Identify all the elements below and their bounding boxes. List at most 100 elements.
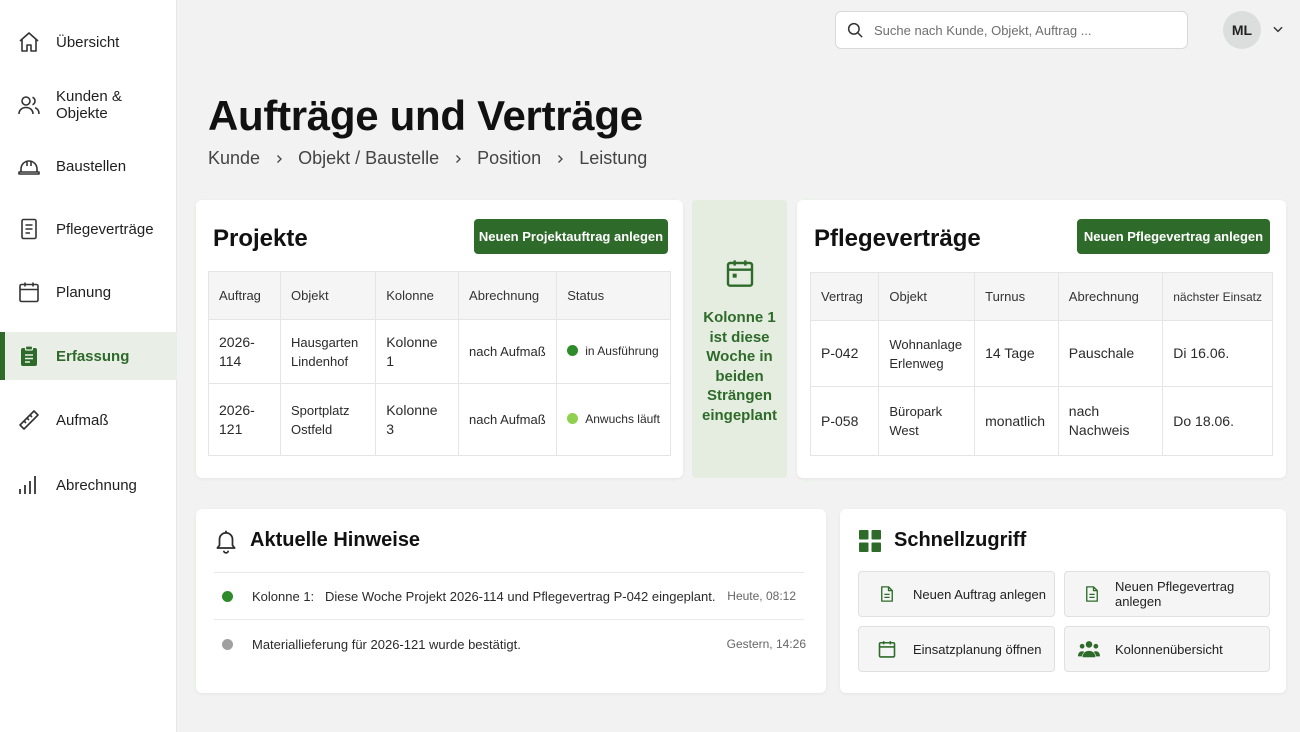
- sidebar-item-abrechnung[interactable]: Abrechnung: [0, 461, 177, 509]
- table-row[interactable]: 2026-121 Sportplatz Ostfeld Kolonne 3 na…: [208, 383, 671, 456]
- page-title: Aufträge und Verträge: [208, 92, 643, 139]
- kolonne-info-text: Kolonne 1 ist diese Woche in beiden Strä…: [701, 309, 777, 424]
- sidebar-item-pflegevertraege[interactable]: Pflegeverträge: [0, 205, 177, 253]
- search-input[interactable]: [874, 22, 1164, 38]
- divider: [214, 619, 804, 620]
- breadcrumb-item-leistung[interactable]: Leistung: [579, 148, 647, 169]
- clipboard-icon: [17, 344, 41, 368]
- cell-abrechnung: nach Aufmaß: [458, 383, 558, 456]
- hardhat-icon: [17, 154, 41, 178]
- cell-objekt: Wohnanlage Erlenweg: [878, 320, 976, 387]
- hinweis-time: Heute, 08:12: [727, 589, 796, 603]
- hinweis-item[interactable]: Materiallieferung für 2026-121 wurde bes…: [214, 621, 806, 667]
- bell-icon: [213, 527, 239, 555]
- pflegevertraege-table: Vertrag Objekt Turnus Abrechnung nächste…: [809, 272, 1273, 456]
- breadcrumb: Kunde Objekt / Baustelle Position Leistu…: [208, 148, 647, 169]
- quick-einsatzplanung-button[interactable]: Einsatzplanung öffnen: [858, 626, 1055, 672]
- cell-kolonne: Kolonne 3: [375, 383, 460, 456]
- column-header[interactable]: Abrechnung: [458, 271, 558, 320]
- sidebar-item-erfassung[interactable]: Erfassung: [0, 332, 177, 380]
- chevron-right-icon: [452, 153, 464, 165]
- projekte-table: Auftrag Objekt Kolonne Abrechnung Status…: [208, 271, 671, 456]
- cell-status: in Ausführung: [556, 319, 671, 384]
- column-header[interactable]: Status: [556, 271, 671, 320]
- column-header[interactable]: Turnus: [974, 272, 1059, 321]
- status-dot: [222, 638, 233, 650]
- sidebar-item-label: Abrechnung: [56, 476, 137, 494]
- sidebar-item-label: Übersicht: [56, 33, 120, 51]
- status-dot: [567, 413, 579, 424]
- hinweis-text: Materiallieferung für 2026-121 wurde bes…: [252, 636, 521, 652]
- column-header[interactable]: Auftrag: [208, 271, 281, 320]
- cell-naechster-einsatz: Di 16.06.: [1162, 320, 1273, 387]
- breadcrumb-item-kunde[interactable]: Kunde: [208, 148, 260, 169]
- sidebar-item-label: Aufmaß: [56, 411, 109, 429]
- document-icon: [17, 217, 41, 241]
- breadcrumb-item-position[interactable]: Position: [477, 148, 541, 169]
- column-header[interactable]: Vertrag: [809, 272, 880, 321]
- chevron-right-icon: [554, 153, 566, 165]
- kolonne-info-panel: Kolonne 1 ist diese Woche in beiden Strä…: [692, 200, 787, 478]
- new-pflegevertrag-button[interactable]: Neuen Pflegevertrag anlegen: [1077, 219, 1270, 254]
- calendar-icon: [17, 280, 41, 304]
- projekte-title: Projekte: [213, 225, 308, 252]
- hinweise-title: Aktuelle Hinweise: [250, 529, 421, 551]
- home-icon: [17, 30, 41, 54]
- status-badge: in Ausführung: [585, 344, 659, 358]
- table-header-row: Auftrag Objekt Kolonne Abrechnung Status: [208, 271, 671, 320]
- column-header[interactable]: Kolonne: [375, 271, 460, 320]
- cell-kolonne: Kolonne 1: [375, 319, 460, 384]
- avatar[interactable]: ML: [1223, 11, 1261, 49]
- hinweis-time: Gestern, 14:26: [726, 637, 806, 651]
- hinweis-item[interactable]: Kolonne 1: Diese Woche Projekt 2026-114 …: [214, 573, 806, 619]
- quick-kolonnenuebersicht-button[interactable]: Kolonnenübersicht: [1064, 626, 1270, 672]
- schnellzugriff-title: Schnellzugriff: [894, 529, 1027, 551]
- document-icon: [1082, 584, 1102, 604]
- hinweis-prefix: Kolonne 1:: [252, 588, 315, 604]
- sidebar-item-aufmass[interactable]: Aufmaß: [0, 396, 177, 444]
- avatar-initials: ML: [1231, 22, 1253, 38]
- table-row[interactable]: P-058 Büropark West monatlich nach Nachw…: [809, 386, 1273, 456]
- search-icon: [846, 21, 864, 39]
- table-row[interactable]: 2026-114 Hausgarten Lindenhof Kolonne 1 …: [208, 319, 671, 384]
- quick-button-label: Neuen Pflegevertrag anlegen: [1115, 579, 1235, 609]
- table-row[interactable]: P-042 Wohnanlage Erlenweg 14 Tage Pausch…: [809, 320, 1273, 387]
- cell-objekt: Büropark West: [878, 386, 976, 456]
- quick-button-label: Kolonnenübersicht: [1115, 641, 1223, 657]
- cell-auftrag: 2026-114: [208, 319, 281, 384]
- projekte-card: Projekte Neuen Projektauftrag anlegen Au…: [196, 200, 683, 478]
- grid-icon: [859, 530, 881, 552]
- quick-button-label: Einsatzplanung öffnen: [913, 641, 1042, 657]
- sidebar-item-planung[interactable]: Planung: [0, 268, 177, 316]
- sidebar-item-label: Planung: [56, 283, 112, 301]
- sidebar-item-kunden-objekte[interactable]: Kunden & Objekte: [0, 81, 177, 129]
- cell-abrechnung: Pauschale: [1057, 320, 1164, 387]
- sidebar-item-baustellen[interactable]: Baustellen: [0, 142, 177, 190]
- chevron-right-icon: [273, 153, 285, 165]
- quick-new-auftrag-button[interactable]: Neuen Auftrag anlegen: [858, 571, 1055, 617]
- team-icon: [1078, 639, 1100, 659]
- pflegevertraege-title: Pflegeverträge: [814, 225, 981, 252]
- column-header[interactable]: Abrechnung: [1057, 272, 1164, 321]
- quick-new-pflegevertrag-button[interactable]: Neuen Pflegevertrag anlegen: [1064, 571, 1270, 617]
- column-header[interactable]: Objekt: [878, 272, 976, 321]
- breadcrumb-item-objekt[interactable]: Objekt / Baustelle: [298, 148, 439, 169]
- sidebar-item-label: Kunden & Objekte: [56, 88, 122, 122]
- new-projektauftrag-button[interactable]: Neuen Projektauftrag anlegen: [474, 219, 668, 254]
- search-bar[interactable]: [835, 11, 1188, 49]
- chevron-down-icon[interactable]: [1271, 22, 1285, 41]
- pflegevertraege-card: Pflegeverträge Neuen Pflegevertrag anleg…: [797, 200, 1286, 478]
- calendar-icon: [724, 256, 756, 290]
- cell-abrechnung: nach Aufmaß: [458, 319, 558, 384]
- sidebar-item-label: Erfassung: [56, 347, 130, 365]
- cell-vertrag: P-042: [809, 320, 880, 387]
- sidebar-item-label: Baustellen: [56, 157, 127, 175]
- column-header[interactable]: nächster Einsatz: [1162, 272, 1273, 321]
- sidebar-item-uebersicht[interactable]: Übersicht: [0, 18, 177, 66]
- quick-button-label: Neuen Auftrag anlegen: [913, 586, 1046, 602]
- cell-vertrag: P-058: [809, 386, 880, 456]
- calendar-icon: [876, 639, 898, 659]
- hinweis-text: Diese Woche Projekt 2026-114 und Pflegev…: [325, 588, 716, 604]
- column-header[interactable]: Objekt: [279, 271, 377, 320]
- cell-status: Anwuchs läuft: [556, 383, 671, 456]
